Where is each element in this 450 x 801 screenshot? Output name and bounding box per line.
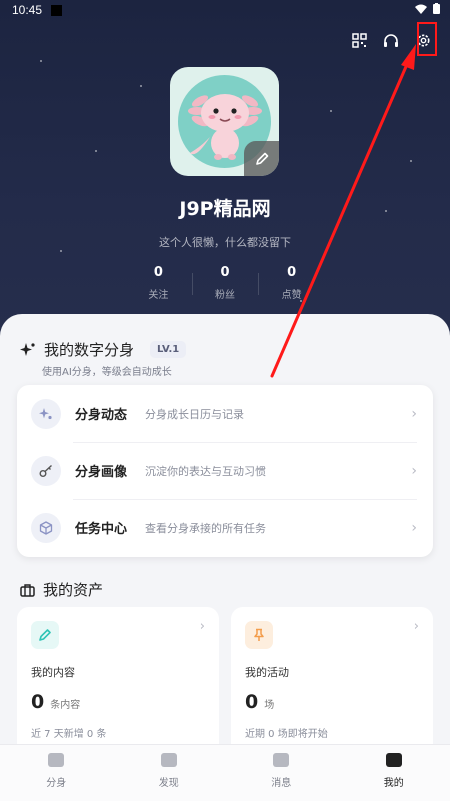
stat-value: 0 xyxy=(125,265,192,280)
row-desc: 沉淀你的表达与互动习惯 xyxy=(145,463,411,479)
section-title: 我的资产 xyxy=(43,579,103,600)
twin-tab-icon xyxy=(48,753,64,767)
assets-header: 我的资产 xyxy=(20,579,103,600)
asset-unit: 场 xyxy=(264,700,274,711)
asset-value: 0 条内容 xyxy=(31,691,80,713)
section-subtitle: 使用AI分身，等级会自动成长 xyxy=(42,363,172,378)
chevron-right-icon: › xyxy=(200,619,205,634)
tab-label: 我的 xyxy=(384,774,404,789)
stat-value: 0 xyxy=(258,265,325,280)
tab-label: 发现 xyxy=(159,774,179,789)
chevron-right-icon: › xyxy=(411,463,417,479)
star xyxy=(140,85,142,87)
row-desc: 查看分身承接的所有任务 xyxy=(145,520,411,536)
profile-stats: 0 关注 0 粉丝 0 点赞 xyxy=(125,265,325,301)
asset-note: 近期 0 场即将开始 xyxy=(245,725,328,740)
tab-messages[interactable]: 消息 xyxy=(225,745,338,801)
asset-card-content[interactable]: › 我的内容 0 条内容 近 7 天新增 0 条 xyxy=(17,607,219,757)
asset-number: 0 xyxy=(31,691,44,713)
message-tab-icon xyxy=(273,753,289,767)
status-bar: 10:45 xyxy=(0,0,450,22)
star xyxy=(410,160,412,162)
stat-value: 0 xyxy=(192,265,259,280)
row-title: 分身动态 xyxy=(75,404,133,423)
sparkle-icon xyxy=(31,399,61,429)
profile-bio: 这个人很懒，什么都没留下 xyxy=(0,234,450,250)
row-task-center[interactable]: 任务中心 查看分身承接的所有任务 › xyxy=(17,499,433,556)
cube-icon xyxy=(31,513,61,543)
row-twin-updates[interactable]: 分身动态 分身成长日历与记录 › xyxy=(17,385,433,442)
wifi-icon xyxy=(415,4,427,14)
pencil-icon xyxy=(31,621,59,649)
briefcase-icon xyxy=(20,583,35,597)
row-twin-profile[interactable]: 分身画像 沉淀你的表达与互动习惯 › xyxy=(17,442,433,499)
tab-twin[interactable]: 分身 xyxy=(0,745,113,801)
tab-label: 消息 xyxy=(271,774,291,789)
headset-icon[interactable] xyxy=(382,31,400,49)
chevron-right-icon: › xyxy=(411,406,417,422)
star xyxy=(60,250,62,252)
tab-me[interactable]: 我的 xyxy=(338,745,450,801)
asset-unit: 条内容 xyxy=(50,700,80,711)
asset-title: 我的活动 xyxy=(245,664,289,680)
sparkle-icon xyxy=(20,342,36,358)
stat-label: 点赞 xyxy=(258,286,325,301)
digital-twin-card: 分身动态 分身成长日历与记录 › 分身画像 沉淀你的表达与互动习惯 › 任务中心… xyxy=(17,385,433,557)
pencil-icon xyxy=(254,151,270,167)
profile-name: J9P精品网 xyxy=(0,194,450,221)
digital-twin-header: 我的数字分身 LV.1 xyxy=(20,339,186,360)
level-badge: LV.1 xyxy=(150,341,186,358)
profile-header: 10:45 xyxy=(0,0,450,345)
asset-value: 0场 xyxy=(245,691,274,713)
notification-icon xyxy=(51,5,62,16)
battery-icon xyxy=(433,3,440,14)
bottom-tab-bar: 分身 发现 消息 我的 xyxy=(0,744,450,801)
chevron-right-icon: › xyxy=(411,520,417,536)
stat-label: 粉丝 xyxy=(192,286,259,301)
asset-note: 近 7 天新增 0 条 xyxy=(31,725,106,740)
stat-followers[interactable]: 0 粉丝 xyxy=(192,265,259,301)
star xyxy=(95,150,97,152)
star xyxy=(40,60,42,62)
asset-number: 0 xyxy=(245,691,258,713)
tab-discover[interactable]: 发现 xyxy=(113,745,226,801)
me-tab-icon xyxy=(386,753,402,767)
star xyxy=(330,110,332,112)
key-icon xyxy=(31,456,61,486)
stat-likes[interactable]: 0 点赞 xyxy=(258,265,325,301)
qr-code-icon[interactable] xyxy=(350,31,368,49)
stat-label: 关注 xyxy=(125,286,192,301)
pin-icon xyxy=(245,621,273,649)
stat-following[interactable]: 0 关注 xyxy=(125,265,192,301)
asset-title: 我的内容 xyxy=(31,664,75,680)
status-icons xyxy=(415,3,440,14)
discover-tab-icon xyxy=(161,753,177,767)
status-time: 10:45 xyxy=(12,3,42,17)
chevron-right-icon: › xyxy=(414,619,419,634)
row-title: 任务中心 xyxy=(75,518,133,537)
row-title: 分身画像 xyxy=(75,461,133,480)
settings-highlight-box xyxy=(417,22,437,56)
section-title: 我的数字分身 xyxy=(44,339,134,360)
asset-card-activities[interactable]: › 我的活动 0场 近期 0 场即将开始 xyxy=(231,607,433,757)
row-desc: 分身成长日历与记录 xyxy=(145,406,411,422)
tab-label: 分身 xyxy=(46,774,66,789)
